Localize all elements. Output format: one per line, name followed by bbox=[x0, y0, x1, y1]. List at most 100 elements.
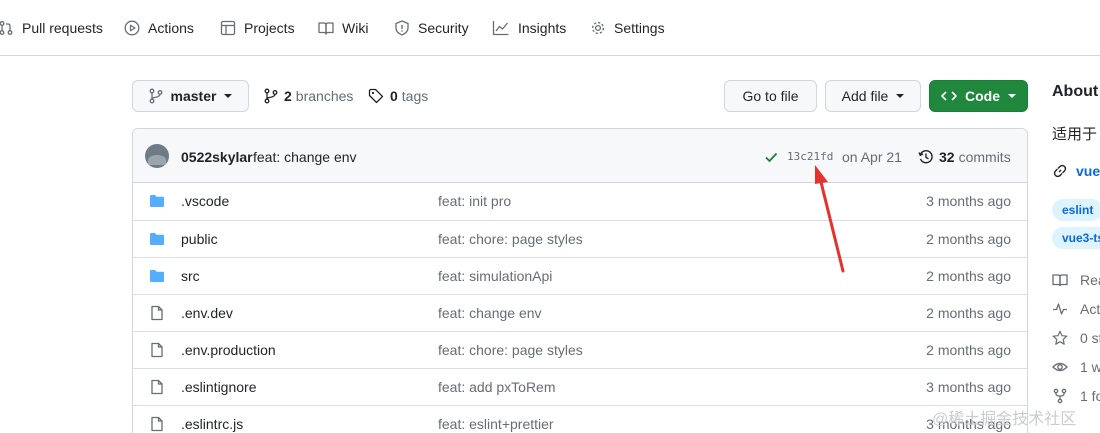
shield-icon bbox=[395, 20, 409, 36]
branch-icon bbox=[264, 88, 278, 104]
file-row[interactable]: .env.production feat: chore: page styles 2… bbox=[133, 331, 1027, 368]
code-icon bbox=[941, 91, 957, 101]
file-name-link[interactable]: .eslintignore bbox=[181, 379, 257, 395]
tab-label: Settings bbox=[614, 20, 665, 36]
tab-security[interactable]: Security bbox=[394, 17, 469, 39]
tab-wiki[interactable]: Wiki bbox=[318, 17, 368, 39]
activity-label: Act bbox=[1080, 301, 1100, 317]
file-commit-message[interactable]: feat: init pro bbox=[438, 193, 511, 209]
tag-icon bbox=[368, 88, 384, 104]
file-row[interactable]: public feat: chore: page styles 2 months a… bbox=[133, 220, 1027, 257]
avatar[interactable] bbox=[145, 144, 169, 168]
file-commit-message[interactable]: feat: add pxToRem bbox=[438, 379, 556, 395]
commit-author[interactable]: 0522skylar bbox=[181, 149, 253, 165]
star-icon bbox=[1052, 330, 1068, 345]
file-commit-message[interactable]: feat: change env bbox=[438, 305, 542, 321]
book-icon bbox=[1052, 274, 1068, 287]
code-label: Code bbox=[965, 88, 1000, 104]
tab-insights[interactable]: Insights bbox=[492, 17, 566, 39]
tab-settings[interactable]: Settings bbox=[590, 17, 665, 39]
commit-message[interactable]: feat: change env bbox=[253, 149, 357, 165]
file-name-link[interactable]: .eslintrc.js bbox=[181, 416, 243, 432]
commits-count: 32 bbox=[939, 149, 955, 165]
folder-icon bbox=[149, 268, 165, 287]
file-icon bbox=[149, 342, 165, 361]
file-commit-message[interactable]: feat: simulationApi bbox=[438, 268, 552, 284]
go-to-file-label: Go to file bbox=[742, 88, 799, 104]
caret-down-icon bbox=[224, 94, 233, 98]
forks-link[interactable]: 1 fo bbox=[1052, 386, 1100, 406]
pull-request-icon bbox=[0, 21, 13, 35]
readme-link[interactable]: Rea bbox=[1052, 270, 1100, 290]
watchers-link[interactable]: 1 w bbox=[1052, 357, 1100, 377]
history-icon bbox=[918, 150, 933, 164]
file-commit-age: 2 months ago bbox=[926, 231, 1011, 247]
tab-label: Pull requests bbox=[22, 20, 103, 36]
pulse-icon bbox=[1053, 303, 1067, 315]
file-commit-age: 3 months ago bbox=[926, 193, 1011, 209]
file-commit-age: 2 months ago bbox=[926, 305, 1011, 321]
tab-label: Security bbox=[418, 20, 469, 36]
eye-icon bbox=[1052, 362, 1068, 372]
readme-label: Rea bbox=[1080, 272, 1100, 288]
file-commit-age: 3 months ago bbox=[926, 379, 1011, 395]
stars-link[interactable]: 0 st bbox=[1052, 328, 1100, 348]
branches-label: branches bbox=[295, 88, 354, 104]
file-name-link[interactable]: .env.dev bbox=[181, 305, 233, 321]
annotation-arrow bbox=[815, 165, 845, 273]
homepage-link[interactable]: vue3 bbox=[1052, 163, 1100, 179]
tab-actions[interactable]: Actions bbox=[124, 17, 194, 39]
file-name-link[interactable]: src bbox=[181, 268, 200, 284]
about-heading: About bbox=[1052, 83, 1099, 100]
commits-label: commits bbox=[958, 149, 1011, 165]
file-row[interactable]: src feat: simulationApi 2 months ago bbox=[133, 257, 1027, 294]
file-browser: 0522skylar feat: change env 13c21fd on A… bbox=[132, 128, 1028, 433]
watermark: @稀土掘金技术社区 bbox=[932, 411, 1077, 428]
file-icon bbox=[149, 416, 165, 433]
go-to-file-button[interactable]: Go to file bbox=[724, 80, 817, 112]
check-icon[interactable] bbox=[764, 150, 778, 164]
add-file-button[interactable]: Add file bbox=[825, 80, 921, 112]
file-row[interactable]: .eslintrc.js feat: eslint+prettier 3 month… bbox=[133, 405, 1027, 433]
file-name-link[interactable]: .env.production bbox=[181, 342, 276, 358]
topic-tag[interactable]: vue3-ts bbox=[1052, 227, 1100, 249]
file-commit-message[interactable]: feat: chore: page styles bbox=[438, 342, 583, 358]
file-row[interactable]: .eslintignore feat: add pxToRem 3 months a… bbox=[133, 368, 1027, 405]
file-name-link[interactable]: .vscode bbox=[181, 193, 229, 209]
folder-icon bbox=[149, 193, 165, 212]
file-commit-message[interactable]: feat: chore: page styles bbox=[438, 231, 583, 247]
fork-icon bbox=[1053, 388, 1067, 404]
add-file-label: Add file bbox=[841, 88, 889, 104]
branch-name: master bbox=[170, 88, 217, 104]
file-commit-message[interactable]: feat: eslint+prettier bbox=[438, 416, 554, 432]
graph-icon bbox=[492, 21, 509, 36]
file-row[interactable]: .env.dev feat: change env 2 months ago bbox=[133, 294, 1027, 331]
branch-select-button[interactable]: master bbox=[132, 80, 249, 112]
homepage-url[interactable]: vue3 bbox=[1076, 163, 1100, 179]
gear-icon bbox=[591, 21, 605, 35]
code-button[interactable]: Code bbox=[929, 80, 1028, 112]
caret-down-icon bbox=[1008, 94, 1016, 98]
tab-label: Insights bbox=[518, 20, 567, 36]
file-commit-age: 2 months ago bbox=[926, 268, 1011, 284]
file-icon bbox=[149, 305, 165, 324]
file-commit-age: 2 months ago bbox=[926, 342, 1011, 358]
file-name-link[interactable]: public bbox=[181, 231, 218, 247]
tab-projects[interactable]: Projects bbox=[220, 17, 295, 39]
tab-label: Actions bbox=[148, 20, 194, 36]
commits-link[interactable]: 32 commits bbox=[918, 149, 1011, 165]
file-icon bbox=[149, 379, 165, 398]
tab-label: Wiki bbox=[342, 20, 369, 36]
repo-description: 适用于 bbox=[1052, 126, 1098, 143]
file-row[interactable]: .vscode feat: init pro 3 months ago bbox=[133, 183, 1027, 220]
branch-icon bbox=[149, 88, 162, 104]
activity-link[interactable]: Act bbox=[1052, 299, 1100, 319]
repo-nav: Pull requests Actions Projects Wiki Secu… bbox=[0, 0, 1100, 56]
tags-label: tags bbox=[401, 88, 429, 104]
tab-pull-requests[interactable]: Pull requests bbox=[0, 17, 103, 39]
tags-link[interactable]: 0 tags bbox=[368, 87, 428, 105]
forks-label: 1 fo bbox=[1080, 388, 1100, 404]
branches-link[interactable]: 2 branches bbox=[264, 87, 353, 105]
topic-tag[interactable]: eslint bbox=[1052, 199, 1100, 221]
caret-down-icon bbox=[896, 94, 905, 98]
